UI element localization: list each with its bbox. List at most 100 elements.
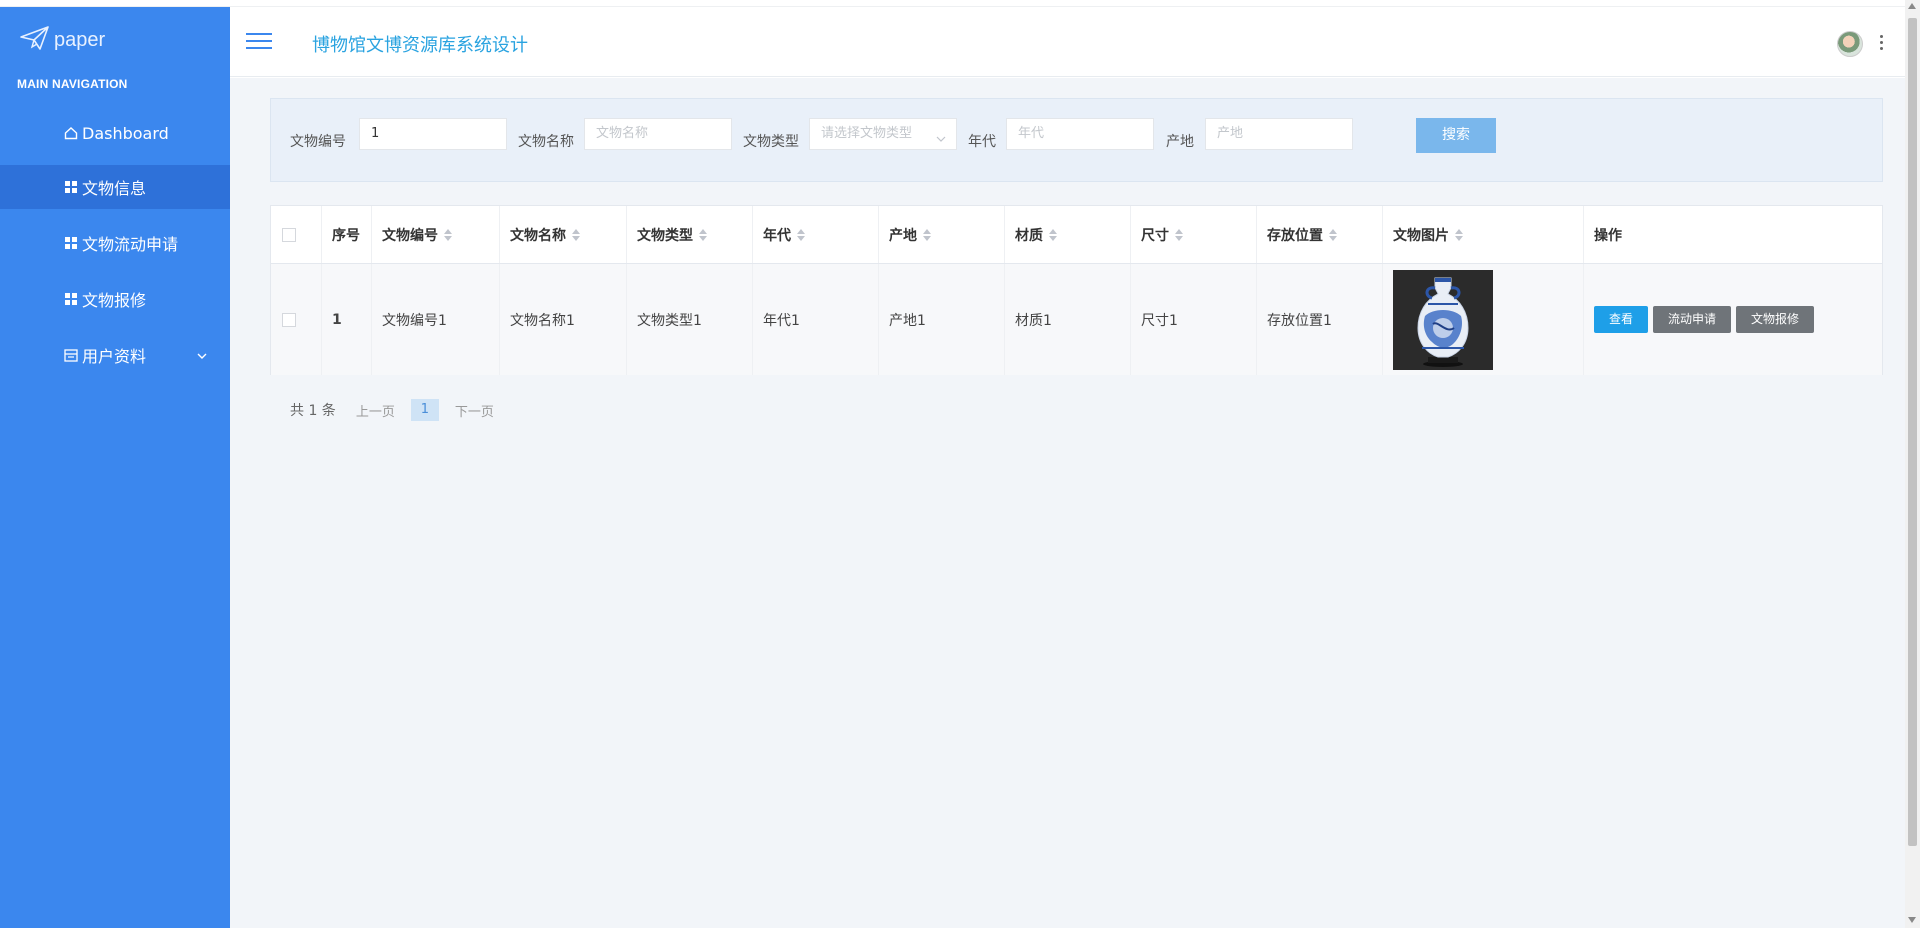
th-label: 材质 [1015,227,1043,244]
th-label: 文物类型 [637,227,693,244]
era-input[interactable]: 年代 [1006,118,1154,150]
th-label: 序号 [332,227,360,244]
td-type: 文物类型1 [626,264,752,375]
th-origin[interactable]: 产地 [878,206,1004,263]
vertical-scrollbar[interactable] [1905,0,1920,928]
th-label: 操作 [1594,227,1622,244]
th-location[interactable]: 存放位置 [1256,206,1382,263]
th-era[interactable]: 年代 [752,206,878,263]
nav-caption: MAIN NAVIGATION [17,77,128,91]
td-name: 文物名称1 [499,264,626,375]
origin-input[interactable]: 产地 [1205,118,1353,150]
sidebar-item-user-profile[interactable]: 用户资料 [0,333,230,377]
logo[interactable]: paper [20,25,105,55]
th-label: 尺寸 [1141,227,1169,244]
sort-icon[interactable] [923,228,931,241]
search-panel: 文物编号 1 文物名称 文物名称 文物类型 请选择文物类型 年代 年代 产地 产… [270,98,1883,182]
current-page[interactable]: 1 [410,399,439,421]
th-material[interactable]: 材质 [1004,206,1130,263]
sort-icon[interactable] [1455,228,1463,241]
user-avatar[interactable] [1837,31,1863,57]
table-header-row: 序号 文物编号 文物名称 文物类型 年代 产地 材质 尺寸 存放位置 文物图片 … [271,206,1882,264]
pagination-total: 共 1 条 [290,403,336,419]
pagination: 共 1 条 上一页 1 下一页 [290,399,510,421]
th-label: 文物编号 [382,227,438,244]
th-image[interactable]: 文物图片 [1382,206,1583,263]
td-image [1382,264,1583,375]
label-relic-type: 文物类型 [743,134,799,150]
sidebar-item-repair[interactable]: 文物报修 [0,277,230,321]
th-name[interactable]: 文物名称 [499,206,626,263]
hamburger-menu-icon[interactable] [246,33,272,51]
chevron-down-icon [936,126,946,156]
select-all-checkbox[interactable] [282,227,296,242]
sidebar-item-label: 文物流动申请 [82,235,179,254]
logo-text: paper [54,28,106,51]
th-label: 文物图片 [1393,227,1449,244]
scrollbar-thumb[interactable] [1908,18,1917,846]
sort-icon[interactable] [444,228,452,241]
sort-icon[interactable] [699,228,707,241]
label-relic-code: 文物编号 [290,134,346,150]
label-era: 年代 [968,134,996,150]
grid-icon [64,236,78,250]
th-code[interactable]: 文物编号 [371,206,499,263]
row-select-cell [271,264,321,375]
sidebar-item-label: 文物信息 [82,179,147,198]
chevron-down-icon [196,347,208,366]
more-vertical-icon[interactable] [1878,35,1884,53]
th-index: 序号 [321,206,371,263]
sidebar-item-label: Dashboard [82,123,169,143]
repair-button[interactable]: 文物报修 [1736,306,1815,333]
sort-icon[interactable] [1329,228,1337,241]
sidebar-item-dashboard[interactable]: Dashboard [0,111,230,155]
scroll-up-arrow-icon[interactable] [1908,3,1916,9]
flow-apply-button[interactable]: 流动申请 [1653,306,1732,333]
th-size[interactable]: 尺寸 [1130,206,1256,263]
relic-image[interactable] [1393,269,1493,370]
label-origin: 产地 [1166,134,1194,150]
sort-icon[interactable] [572,228,580,241]
td-size: 尺寸1 [1130,264,1256,375]
label-relic-name: 文物名称 [518,134,574,150]
main-content: 文物编号 1 文物名称 文物名称 文物类型 请选择文物类型 年代 年代 产地 产… [230,78,1905,928]
th-actions: 操作 [1583,206,1882,263]
next-page-button[interactable]: 下一页 [455,401,494,420]
select-all-cell [271,206,321,263]
td-location: 存放位置1 [1256,264,1382,375]
th-label: 文物名称 [510,227,566,244]
td-era: 年代1 [752,264,878,375]
view-button[interactable]: 查看 [1594,306,1649,333]
sort-icon[interactable] [797,228,805,241]
relic-name-input[interactable]: 文物名称 [584,118,732,150]
paper-plane-icon [20,25,50,55]
relic-code-input[interactable]: 1 [359,118,507,150]
td-index: 1 [321,264,371,375]
td-code: 文物编号1 [371,264,499,375]
relic-type-placeholder: 请选择文物类型 [821,126,913,141]
search-button[interactable]: 搜索 [1416,118,1496,153]
sidebar: paper MAIN NAVIGATION Dashboard 文物信息 文物流… [0,7,265,928]
th-label: 产地 [889,227,917,244]
top-strip [0,0,1905,7]
th-label: 年代 [763,227,791,244]
relic-type-select[interactable]: 请选择文物类型 [809,118,957,150]
sidebar-item-label: 文物报修 [82,291,147,310]
scroll-down-arrow-icon[interactable] [1908,917,1916,923]
prev-page-button[interactable]: 上一页 [356,401,395,420]
grid-icon [64,180,78,194]
sort-icon[interactable] [1175,228,1183,241]
sidebar-item-relic-info[interactable]: 文物信息 [0,165,265,209]
relic-table: 序号 文物编号 文物名称 文物类型 年代 产地 材质 尺寸 存放位置 文物图片 … [270,205,1883,375]
sort-icon[interactable] [1049,228,1057,241]
home-icon [64,126,78,140]
sidebar-item-label: 用户资料 [82,347,147,366]
row-checkbox[interactable] [282,312,296,327]
td-actions: 查看 流动申请 文物报修 [1583,264,1882,375]
td-origin: 产地1 [878,264,1004,375]
grid-icon [64,292,78,306]
sidebar-item-flow-apply[interactable]: 文物流动申请 [0,221,230,265]
th-type[interactable]: 文物类型 [626,206,752,263]
th-label: 存放位置 [1267,227,1323,244]
app-title: 博物馆文博资源库系统设计 [312,35,528,56]
